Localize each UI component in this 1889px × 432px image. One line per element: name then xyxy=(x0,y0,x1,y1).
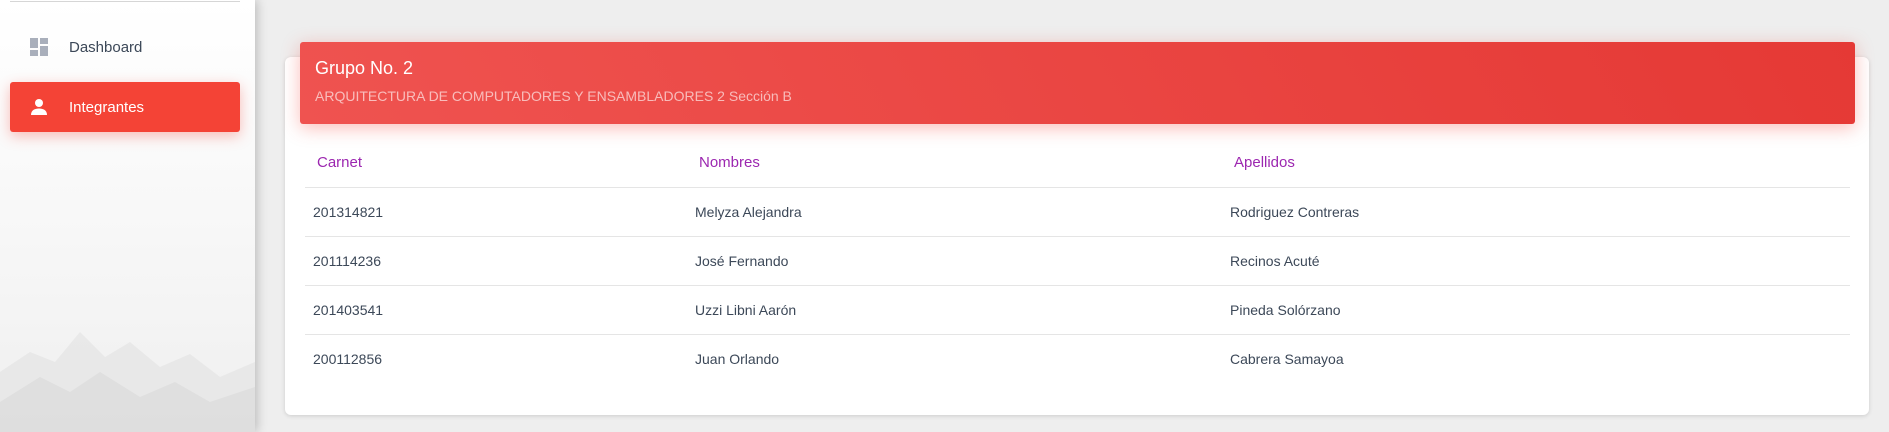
column-header-apellidos: Apellidos xyxy=(1222,138,1850,188)
members-table: Carnet Nombres Apellidos 201314821 Melyz… xyxy=(305,138,1850,383)
cell-carnet: 201314821 xyxy=(305,187,687,237)
column-header-nombres: Nombres xyxy=(687,138,1222,188)
cell-carnet: 201114236 xyxy=(305,236,687,286)
table-row: 201403541 Uzzi Libni Aarón Pineda Solórz… xyxy=(305,285,1850,335)
cell-apellidos: Recinos Acuté xyxy=(1222,236,1850,286)
dashboard-icon xyxy=(28,36,50,58)
sidebar-item-integrantes[interactable]: Integrantes xyxy=(10,82,240,132)
card-header: Grupo No. 2 ARQUITECTURA DE COMPUTADORES… xyxy=(300,42,1855,124)
sidebar-item-dashboard[interactable]: Dashboard xyxy=(10,22,240,72)
cell-nombres: Melyza Alejandra xyxy=(687,187,1222,237)
table-header-row: Carnet Nombres Apellidos xyxy=(305,138,1850,188)
cell-nombres: Uzzi Libni Aarón xyxy=(687,285,1222,335)
cell-carnet: 201403541 xyxy=(305,285,687,335)
cell-nombres: Juan Orlando xyxy=(695,350,780,367)
sidebar: Dashboard Integrantes xyxy=(0,0,255,432)
sidebar-item-label: Dashboard xyxy=(69,38,143,56)
sidebar-mountain-background xyxy=(0,332,255,432)
cell-apellidos: Pineda Solórzano xyxy=(1222,285,1850,335)
cell-carnet: 200112856 xyxy=(313,350,383,367)
card-title: Grupo No. 2 xyxy=(315,58,414,78)
cell-apellidos: Rodriguez Contreras xyxy=(1222,187,1850,237)
table-row: 201314821 Melyza Alejandra Rodriguez Con… xyxy=(305,187,1850,237)
cell-nombres: José Fernando xyxy=(687,236,1222,286)
cell-apellidos: Cabrera Samayoa xyxy=(1230,350,1344,367)
table-row: 200112856 Juan Orlando Cabrera Samayoa xyxy=(305,334,1850,383)
column-header-carnet: Carnet xyxy=(305,138,687,188)
table-row: 201114236 José Fernando Recinos Acuté xyxy=(305,236,1850,286)
sidebar-item-label: Integrantes xyxy=(69,98,145,116)
sidebar-divider xyxy=(10,1,240,2)
card-subtitle: ARQUITECTURA DE COMPUTADORES Y ENSAMBLAD… xyxy=(315,88,792,104)
person-icon xyxy=(28,96,50,118)
